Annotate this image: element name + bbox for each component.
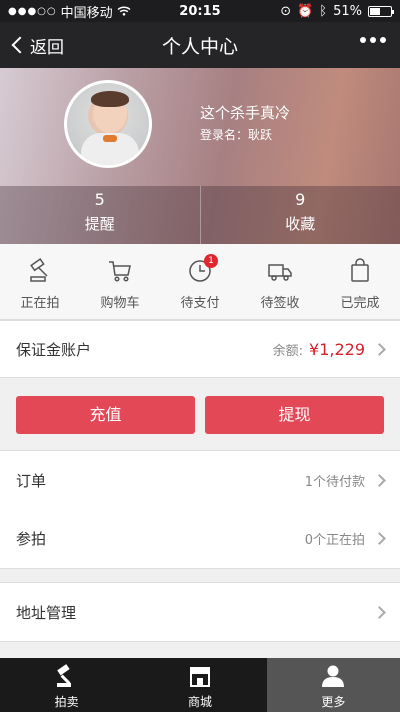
clock: 20:15 (179, 3, 221, 19)
status-bidding[interactable]: 正在拍 (0, 244, 80, 319)
tab-label: 拍卖 (54, 695, 79, 709)
store-icon (189, 667, 210, 687)
status-label: 购物车 (100, 296, 140, 311)
stat-label: 收藏 (285, 215, 316, 233)
login-name: 登录名：耿跃 (200, 128, 273, 142)
tab-label: 更多 (321, 695, 346, 709)
tab-label: 商城 (187, 695, 212, 709)
tab-more[interactable]: 更多 (266, 658, 400, 712)
page-title: 个人中心 (161, 35, 238, 58)
more-button[interactable] (360, 37, 386, 43)
battery-icon (368, 5, 394, 17)
nav-bar: 返回 个人中心 (0, 22, 400, 68)
status-label: 待签收 (260, 296, 300, 311)
status-pending-payment[interactable]: 1 待支付 (160, 244, 240, 319)
chevron-right-icon (373, 605, 386, 619)
tab-mall[interactable]: 商城 (133, 658, 266, 712)
auction-hammer-icon (30, 258, 48, 282)
balance-amount: ¥1,229 (309, 339, 365, 359)
chevron-right-icon (373, 342, 386, 356)
more-dot-icon (370, 37, 376, 43)
balance-label: 余额: (272, 343, 304, 359)
stat-count: 9 (295, 190, 306, 209)
cart-icon (109, 261, 131, 282)
row-label: 地址管理 (16, 603, 77, 622)
user-icon (322, 665, 345, 687)
status-label: 已完成 (340, 296, 380, 311)
status-bar: ●●●○○ 中国移动 20:15 ⊙ ⏰ ᛒ 51% (0, 0, 400, 22)
gavel-icon (56, 664, 71, 687)
user-name: 这个杀手真冷 (200, 104, 291, 122)
status-awaiting-receipt[interactable]: 待签收 (240, 244, 320, 319)
withdraw-button[interactable]: 提现 (205, 396, 384, 434)
orders-status: 1个待付款 (304, 474, 365, 490)
status-label: 待支付 (180, 296, 220, 311)
tab-auction[interactable]: 拍卖 (0, 658, 133, 712)
order-status-row: 正在拍 购物车 1 待支付 待签收 已完成 (0, 244, 400, 320)
orders-row[interactable]: 订单 1个待付款 (0, 450, 400, 510)
bag-icon (351, 258, 369, 282)
chevron-right-icon (373, 473, 386, 487)
row-label: 订单 (16, 471, 47, 490)
deposit-account-row[interactable]: 保证金账户 余额: ¥1,229 (0, 320, 400, 378)
more-dot-icon (380, 37, 386, 43)
stat-reminders[interactable]: 5 提醒 (0, 186, 200, 244)
more-dot-icon (360, 37, 366, 43)
action-buttons: 充值 提现 (0, 380, 400, 450)
status-completed[interactable]: 已完成 (320, 244, 400, 319)
stats-bar: 5 提醒 9 收藏 (0, 186, 400, 244)
bids-status: 0个正在拍 (304, 533, 365, 548)
recharge-button[interactable]: 充值 (16, 396, 195, 434)
status-label: 正在拍 (20, 296, 60, 311)
tab-bar: 拍卖 商城 更多 (0, 658, 400, 712)
avatar[interactable] (64, 80, 152, 168)
chevron-right-icon (373, 532, 386, 545)
row-label: 保证金账户 (16, 340, 92, 359)
truck-icon (268, 264, 292, 281)
status-cart[interactable]: 购物车 (80, 244, 160, 319)
row-label: 参拍 (16, 530, 47, 548)
stat-count: 5 (94, 190, 105, 209)
bids-row[interactable]: 参拍 0个正在拍 (0, 509, 400, 569)
notification-badge: 1 (204, 254, 218, 268)
address-row[interactable]: 地址管理 (0, 582, 400, 642)
stat-favorites[interactable]: 9 收藏 (199, 186, 400, 244)
stat-label: 提醒 (84, 215, 115, 233)
profile-header: 这个杀手真冷 登录名：耿跃 5 提醒 9 收藏 (0, 68, 400, 244)
